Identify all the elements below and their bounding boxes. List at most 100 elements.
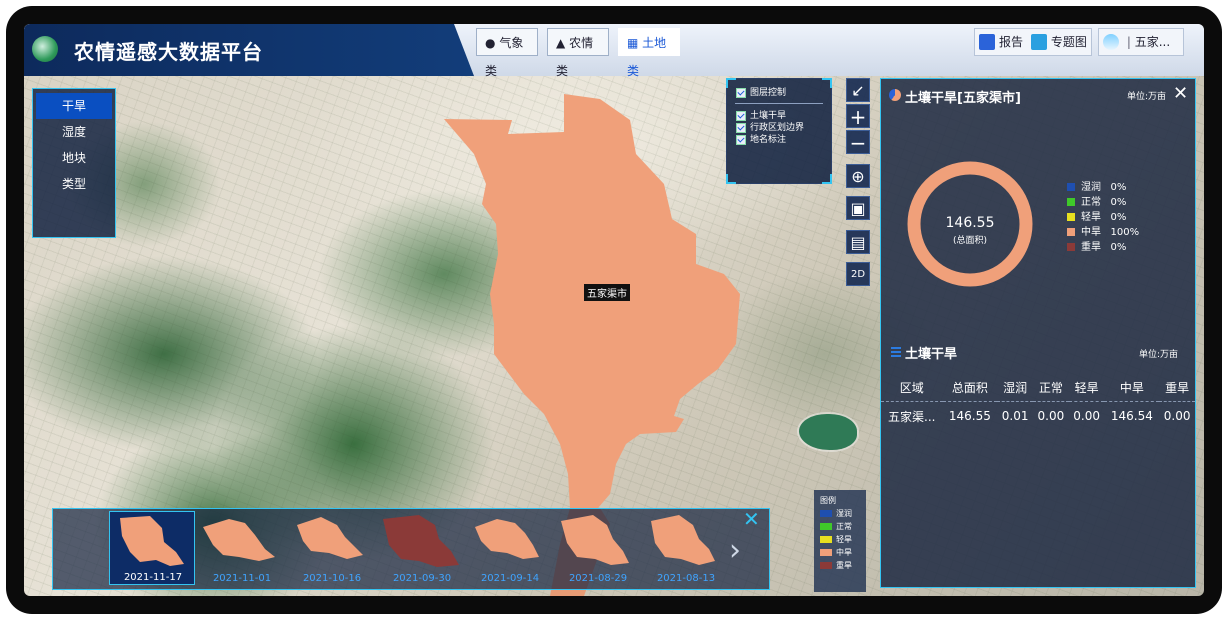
checkbox-admin-boundary[interactable]	[736, 122, 746, 133]
layer-item-type[interactable]: 类型	[33, 171, 115, 197]
region-selector-label: 五家...	[1134, 35, 1171, 49]
map-legend-item: 重旱	[820, 559, 866, 572]
col-total: 总面积	[951, 380, 988, 395]
legend-light-pct: 0%	[1110, 212, 1127, 223]
layer-item-drought[interactable]: 干旱	[36, 93, 112, 119]
legend-normal-pct: 0%	[1110, 197, 1127, 208]
tab-land[interactable]: ▦ 土地类	[618, 28, 680, 78]
map-legend-label: 湿润	[836, 509, 852, 518]
chevron-right-icon[interactable]: ›	[729, 533, 741, 568]
locate-icon[interactable]: ⊕	[846, 164, 870, 188]
timeline: 2021-11-17 2021-11-01 2021-10-16 2021-09…	[52, 507, 770, 590]
table-row[interactable]: 五家渠... 146.55 0.01 0.00 0.00 146.54 0.00	[881, 402, 1195, 431]
timeline-thumb[interactable]: 2021-11-01	[199, 511, 285, 585]
legend-normal: 正常 0%	[1067, 196, 1126, 210]
pie-icon	[889, 89, 901, 101]
thumb-shape	[651, 515, 715, 565]
checkbox-soil-drought[interactable]	[736, 110, 746, 121]
close-icon[interactable]: ✕	[1173, 83, 1188, 104]
timeline-thumb[interactable]: 2021-08-13	[643, 511, 729, 585]
zoom-out-button[interactable]: −	[846, 130, 870, 155]
tab-agri[interactable]: ▲ 农情类	[547, 28, 609, 78]
thumb-shape	[203, 519, 275, 561]
thematic-map-label: 专题图	[1050, 35, 1087, 49]
col-region: 区域	[899, 380, 924, 395]
legend-moderate-pct: 100%	[1110, 227, 1140, 238]
map-legend-title: 图例	[820, 496, 836, 505]
view-2d-button[interactable]: 2D	[846, 262, 870, 286]
corner-decor	[822, 78, 832, 88]
timeline-thumb[interactable]: 2021-11-17	[109, 511, 195, 585]
cell-normal: 0.00	[1037, 409, 1065, 423]
map-legend-label: 重旱	[836, 561, 852, 570]
col-normal: 正常	[1038, 380, 1063, 395]
legend-swatch	[820, 523, 832, 530]
corner-decor	[726, 78, 736, 88]
map-layers-icon[interactable]: ▣	[846, 196, 870, 220]
legend-wet-name: 湿润	[1081, 182, 1101, 193]
layer-control-title: 图层控制	[750, 88, 787, 98]
table-header-row: 区域 总面积 湿润 正常 轻旱 中旱 重旱	[881, 373, 1195, 402]
report-group: 报告 专题图	[974, 28, 1092, 56]
app-title: 农情遥感大数据平台	[74, 40, 263, 64]
checkbox-place-names[interactable]	[736, 134, 746, 145]
drop-icon: ●	[485, 36, 496, 50]
title-bar: 农情遥感大数据平台	[24, 24, 474, 76]
cell-wet: 0.01	[1001, 409, 1029, 423]
close-icon[interactable]: ✕	[743, 507, 760, 531]
layer-item-humidity[interactable]: 湿度	[33, 119, 115, 145]
legend-wet-pct: 0%	[1110, 182, 1127, 193]
cell-region: 五家渠...	[888, 409, 936, 424]
timeline-thumb[interactable]: 2021-09-14	[467, 511, 553, 585]
thumb-date: 2021-11-01	[212, 573, 272, 584]
corner-decor	[822, 174, 832, 184]
timeline-thumb[interactable]: 2021-08-29	[555, 511, 641, 585]
zoom-in-button[interactable]: +	[846, 104, 870, 129]
grid-icon: ▦	[627, 36, 639, 50]
map-legend-label: 中旱	[836, 548, 852, 557]
panel-unit: 单位:万亩	[1127, 92, 1167, 102]
report-button[interactable]: 报告	[975, 33, 1027, 50]
thematic-map-button[interactable]: 专题图	[1027, 33, 1087, 50]
corner-decor	[726, 174, 736, 184]
layer-label-soil-drought: 土壤干旱	[750, 111, 787, 121]
layer-row-admin-boundary[interactable]: 行政区划边界	[736, 122, 831, 134]
layer-row-place-names[interactable]: 地名标注	[736, 134, 831, 146]
legend-normal-name: 正常	[1081, 197, 1101, 208]
ruler-icon[interactable]: ▤	[846, 230, 870, 254]
layer-label-place-names: 地名标注	[750, 135, 787, 145]
region-label: 五家渠市	[584, 284, 630, 301]
col-light: 轻旱	[1074, 380, 1099, 395]
legend-swatch	[820, 549, 832, 556]
map-legend-item: 湿润	[820, 507, 866, 520]
legend-severe: 重旱 0%	[1067, 241, 1126, 255]
thumb-date: 2021-11-17	[123, 572, 183, 583]
map-legend-item: 轻旱	[820, 533, 866, 546]
cell-severe: 0.00	[1163, 409, 1191, 423]
map-screen[interactable]: 五家渠市 农情遥感大数据平台 ● 气象类 ▲ 农情类 ▦ 土地类 报告 专题图	[24, 24, 1204, 596]
thumb-date: 2021-08-13	[656, 573, 716, 584]
layer-row-soil-drought[interactable]: 土壤干旱	[736, 110, 831, 122]
layer-item-parcel[interactable]: 地块	[33, 145, 115, 171]
collapse-icon[interactable]: ↙	[846, 78, 870, 102]
timeline-thumb[interactable]: 2021-09-30	[379, 511, 465, 585]
legend-severe-pct: 0%	[1110, 242, 1127, 253]
timeline-thumb[interactable]: 2021-10-16	[289, 511, 375, 585]
tab-weather[interactable]: ● 气象类	[476, 28, 538, 78]
legend-swatch	[1067, 243, 1075, 251]
cell-total: 146.55	[948, 409, 991, 423]
region-selector[interactable]: | 五家...	[1098, 28, 1184, 56]
cell-moderate: 146.54	[1110, 409, 1153, 423]
layer-control-panel: 图层控制 土壤干旱 行政区划边界 地名标注	[726, 78, 832, 184]
map-legend: 图例 湿润 正常 轻旱 中旱 重旱	[814, 490, 866, 592]
checkbox-all[interactable]	[736, 87, 746, 98]
region-polygon[interactable]	[444, 94, 740, 508]
separator	[735, 103, 823, 104]
col-moderate: 中旱	[1119, 380, 1144, 395]
list-icon	[891, 347, 901, 359]
thumb-date: 2021-10-16	[302, 573, 362, 584]
legend-swatch	[820, 510, 832, 517]
layer-label-admin-boundary: 行政区划边界	[750, 123, 805, 133]
thumb-date: 2021-09-30	[392, 573, 452, 584]
layer-control-title-row[interactable]: 图层控制	[736, 87, 831, 99]
